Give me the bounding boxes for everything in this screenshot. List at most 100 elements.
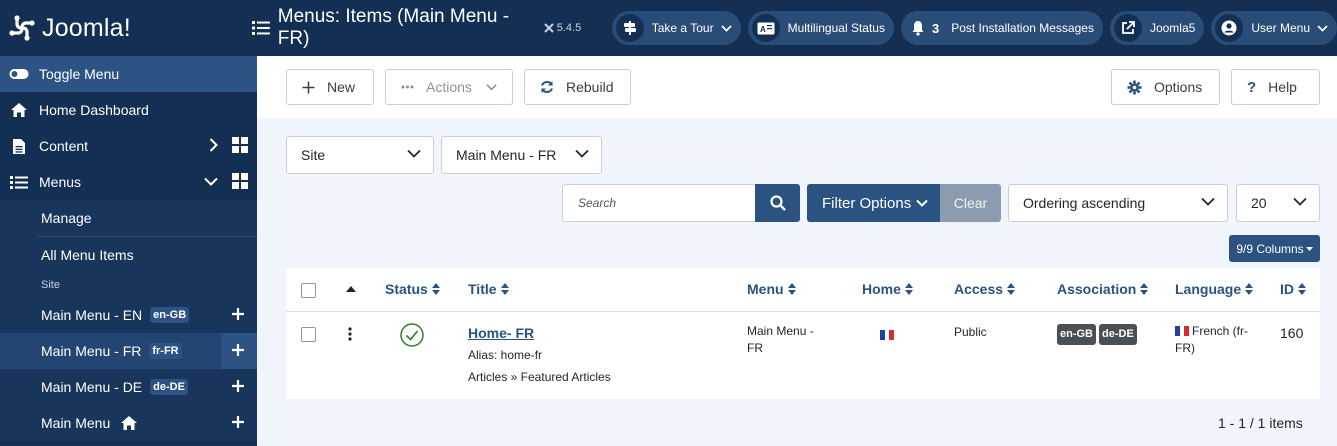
column-access[interactable]: Access xyxy=(954,281,1016,297)
plus-icon[interactable] xyxy=(231,343,245,357)
published-check-icon[interactable] xyxy=(400,323,424,347)
toggle-menu-button[interactable]: Toggle Menu xyxy=(0,56,257,92)
clear-button[interactable]: Clear xyxy=(940,184,1001,222)
all-menu-items-label: All Menu Items xyxy=(41,247,134,263)
filter-options-button[interactable]: Filter Options xyxy=(807,184,940,222)
item-associations: en-GB de-DE xyxy=(1057,324,1140,345)
home-icon xyxy=(9,102,29,118)
page-title-text: Menus: Items (Main Menu - FR) xyxy=(277,6,510,49)
menu-select[interactable]: Main Menu - FR xyxy=(441,136,602,174)
bell-icon xyxy=(912,21,924,36)
row-checkbox[interactable] xyxy=(301,327,316,342)
sort-icon xyxy=(904,283,913,295)
chevron-down-icon xyxy=(486,84,497,91)
actions-label: Actions xyxy=(426,79,472,95)
column-title[interactable]: Title xyxy=(468,281,509,297)
file-icon xyxy=(9,138,29,155)
chevron-down-icon xyxy=(575,149,589,158)
user-menu-label: User Menu xyxy=(1251,21,1310,35)
ellipsis-icon xyxy=(401,85,414,89)
column-id[interactable]: ID xyxy=(1280,281,1306,297)
item-menu: Main Menu - FR xyxy=(747,324,814,355)
question-icon: ? xyxy=(1247,78,1257,96)
select-all-checkbox[interactable] xyxy=(301,283,316,298)
new-label: New xyxy=(327,79,356,95)
user-icon xyxy=(1215,14,1244,42)
column-menu[interactable]: Menu xyxy=(747,281,796,297)
take-a-tour-label: Take a Tour xyxy=(651,21,714,35)
options-label: Options xyxy=(1154,79,1203,95)
plus-icon[interactable] xyxy=(231,415,245,429)
rebuild-button[interactable]: Rebuild xyxy=(524,69,631,105)
sidebar-item-main-menu-fr[interactable]: Main Menu - FR fr-FR xyxy=(0,333,257,369)
sort-icon xyxy=(1298,283,1306,295)
chevron-down-icon xyxy=(1317,24,1328,32)
sidebar-item-main-menu-de[interactable]: Main Menu - DE de-DE xyxy=(0,369,257,405)
site-link-button[interactable]: Joomla5 xyxy=(1109,11,1205,45)
take-a-tour-button[interactable]: Take a Tour xyxy=(611,11,741,45)
plus-icon[interactable] xyxy=(231,307,245,321)
chevron-down-icon xyxy=(1293,197,1307,206)
refresh-icon xyxy=(540,80,554,94)
association-badge[interactable]: de-DE xyxy=(1099,324,1137,345)
item-id: 160 xyxy=(1280,325,1304,341)
sort-icon xyxy=(1007,283,1016,295)
multilingual-status-label: Multilingual Status xyxy=(787,21,885,35)
joomla-logo[interactable]: Joomla! xyxy=(0,0,238,56)
help-button[interactable]: ? Help xyxy=(1231,69,1320,105)
sidebar-item-content[interactable]: Content xyxy=(0,128,257,164)
options-button[interactable]: Options xyxy=(1111,69,1220,105)
sidebar-item-home-dashboard[interactable]: Home Dashboard xyxy=(0,92,257,128)
chevron-right-icon[interactable] xyxy=(209,138,218,152)
sidebar-item-main-menu[interactable]: Main Menu xyxy=(0,405,257,441)
external-link-icon xyxy=(1113,14,1142,42)
sidebar-item-all-menu-items[interactable]: All Menu Items xyxy=(0,237,257,273)
home-dashboard-label: Home Dashboard xyxy=(39,102,149,118)
column-association[interactable]: Association xyxy=(1057,281,1149,297)
column-language[interactable]: Language xyxy=(1175,281,1254,297)
search-button[interactable] xyxy=(755,184,800,222)
association-badge[interactable]: en-GB xyxy=(1057,324,1096,345)
chevron-down-icon xyxy=(407,149,421,158)
home-icon xyxy=(121,416,138,430)
user-menu-button[interactable]: User Menu xyxy=(1211,11,1337,45)
sidebar-item-manage[interactable]: Manage xyxy=(0,200,257,236)
actions-button[interactable]: Actions xyxy=(385,69,513,105)
drag-handle-icon[interactable] xyxy=(348,327,352,341)
top-header: Joomla! Menus: Items (Main Menu - FR) 5.… xyxy=(0,0,1337,56)
menus-submenu: Manage All Menu Items Site Main Menu - E… xyxy=(0,200,257,441)
limit-select[interactable]: 20 xyxy=(1236,184,1320,222)
ordering-select[interactable]: Ordering ascending xyxy=(1008,184,1228,222)
column-status[interactable]: Status xyxy=(385,281,440,297)
ordering-sort-icon[interactable] xyxy=(346,286,356,292)
menu-label: Main Menu - DE xyxy=(41,379,143,395)
sidebar-item-main-menu-en[interactable]: Main Menu - EN en-GB xyxy=(0,297,257,333)
french-flag-icon xyxy=(1175,326,1190,336)
column-home[interactable]: Home xyxy=(862,281,913,297)
multilingual-status-button[interactable]: A Multilingual Status xyxy=(747,11,894,45)
search-group: Search xyxy=(562,184,800,222)
item-title-link[interactable]: Home- FR xyxy=(468,325,534,341)
sidebar-item-menus[interactable]: Menus xyxy=(0,164,257,200)
post-installation-messages-button[interactable]: 3 Post Installation Messages xyxy=(900,11,1103,45)
columns-button[interactable]: 9/9 Columns xyxy=(1229,235,1320,262)
search-placeholder: Search xyxy=(578,196,617,210)
help-label: Help xyxy=(1268,79,1297,95)
french-flag-icon[interactable] xyxy=(880,330,895,340)
dashboard-grid-icon[interactable] xyxy=(232,137,248,153)
dashboard-grid-icon[interactable] xyxy=(232,173,248,189)
clear-label: Clear xyxy=(953,195,988,211)
joomla-mini-icon xyxy=(544,23,554,33)
plus-icon[interactable] xyxy=(231,379,245,393)
limit-select-value: 20 xyxy=(1251,195,1267,211)
client-select[interactable]: Site xyxy=(286,136,434,174)
client-select-value: Site xyxy=(301,147,326,163)
table-header: Status Title Menu Home Access Associatio… xyxy=(286,268,1320,312)
search-input[interactable]: Search xyxy=(562,184,755,222)
item-access: Public xyxy=(954,325,987,339)
language-badge: fr-FR xyxy=(149,343,182,359)
list-icon xyxy=(9,175,29,190)
language-icon: A xyxy=(751,14,780,42)
chevron-down-icon[interactable] xyxy=(204,177,218,186)
new-button[interactable]: New xyxy=(286,69,374,105)
